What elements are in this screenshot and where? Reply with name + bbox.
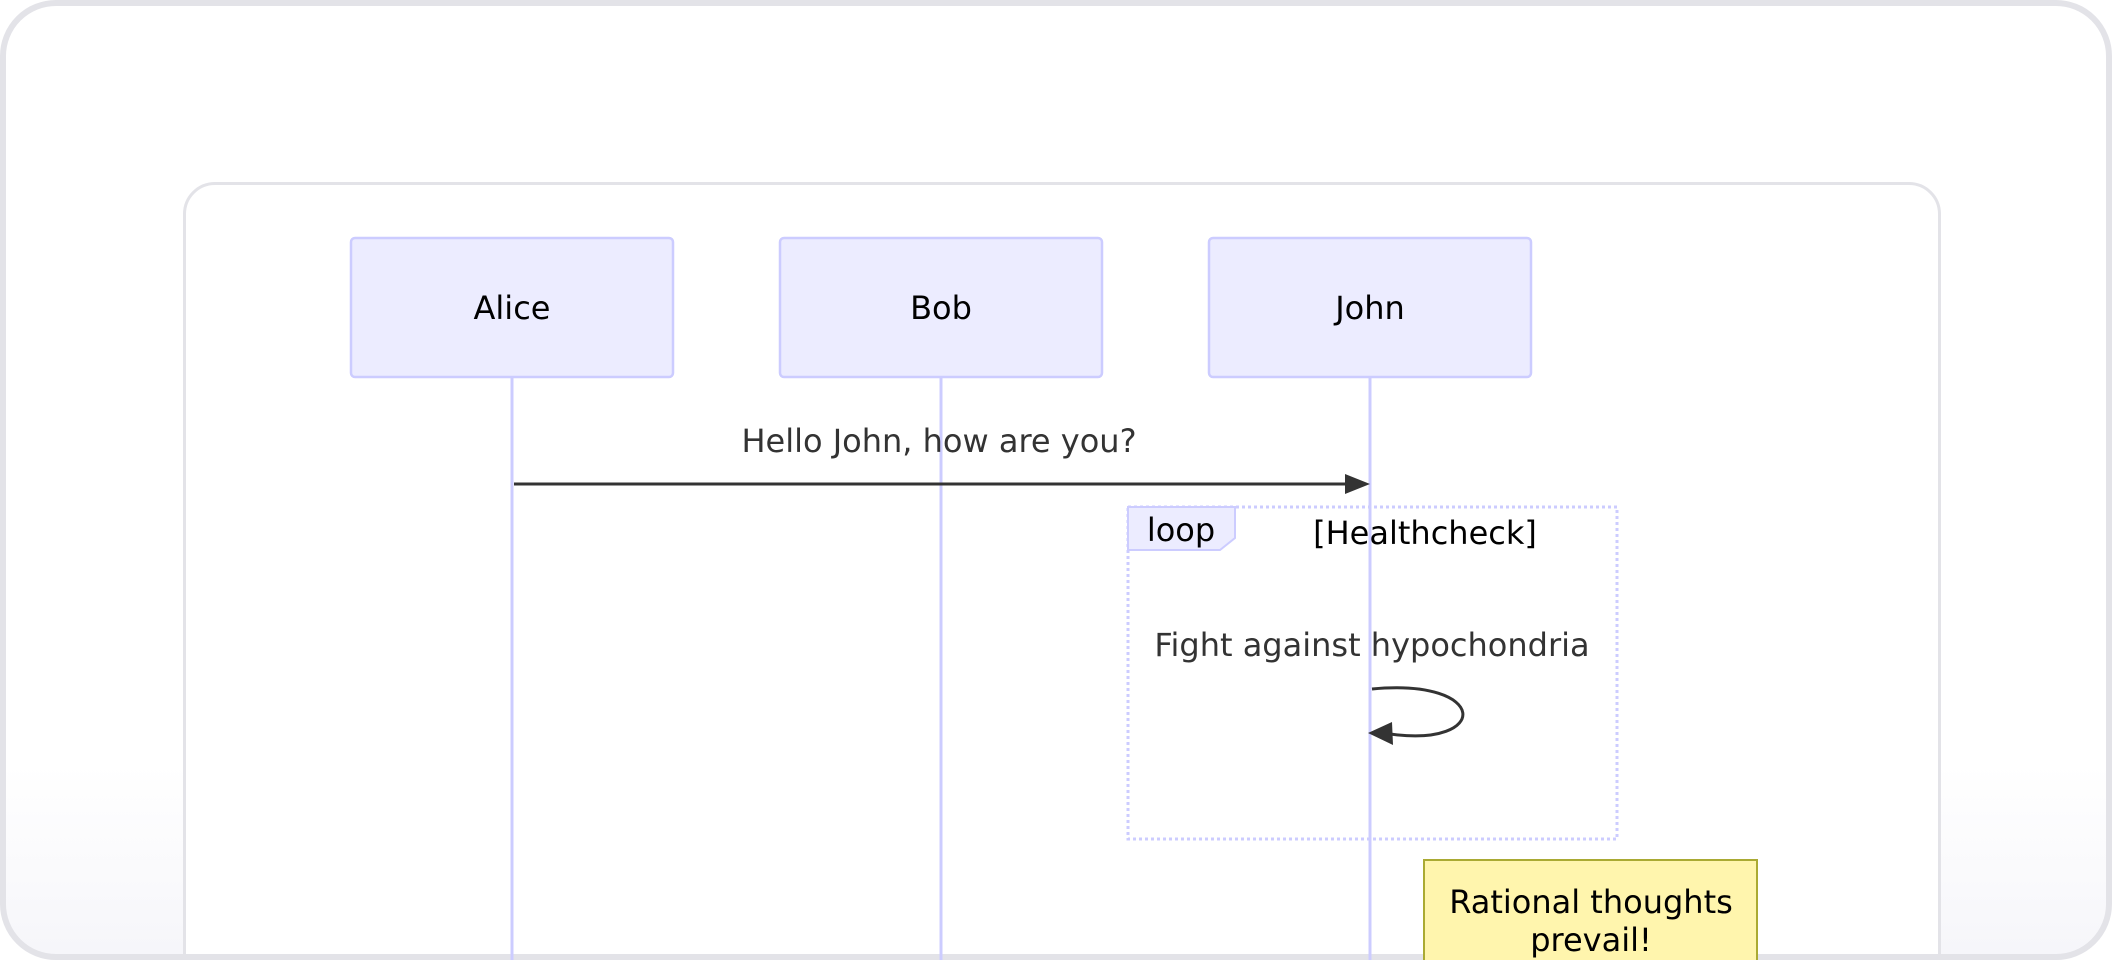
- self-message-john: Fight against hypochondria: [1154, 626, 1590, 745]
- self-message-arrowhead: [1368, 722, 1393, 745]
- actor-bob-label: Bob: [910, 289, 972, 327]
- note-line-2: prevail!: [1530, 921, 1652, 959]
- message-alice-to-john: Hello John, how are you?: [514, 422, 1370, 494]
- loop-condition: [Healthcheck]: [1313, 514, 1537, 552]
- actor-john: John: [1207, 236, 1533, 379]
- actor-john-label: John: [1333, 289, 1405, 327]
- note-right-of-john: Rational thoughts prevail!: [1423, 859, 1758, 960]
- message-arrowhead: [1345, 474, 1370, 494]
- actor-alice: Alice: [349, 236, 675, 379]
- note-line-1: Rational thoughts: [1449, 883, 1733, 921]
- actor-alice-label: Alice: [474, 289, 551, 327]
- self-message-label: Fight against hypochondria: [1154, 626, 1589, 664]
- loop-keyword: loop: [1147, 511, 1215, 549]
- actor-bob: Bob: [778, 236, 1104, 379]
- sequence-diagram: Alice Bob John Hello John, how are you? …: [349, 236, 1758, 960]
- message-label: Hello John, how are you?: [741, 422, 1136, 460]
- loop-frame: loop [Healthcheck]: [1126, 505, 1619, 841]
